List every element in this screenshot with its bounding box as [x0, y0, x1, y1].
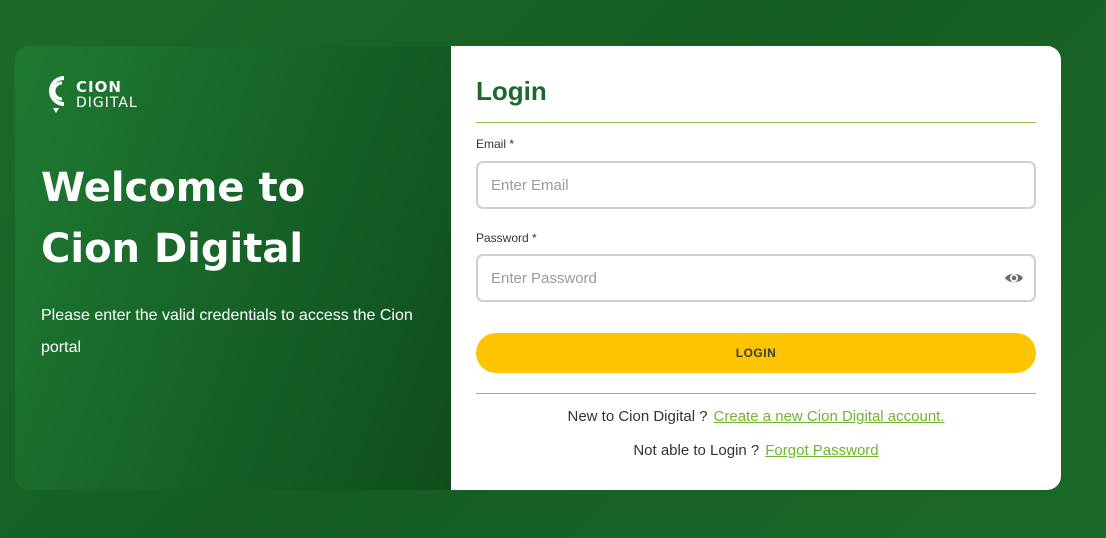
forgot-row: Not able to Login ? Forgot Password: [476, 442, 1036, 459]
welcome-line-2: Cion Digital: [41, 226, 304, 272]
email-label: Email *: [476, 137, 515, 151]
login-title: Login: [476, 76, 547, 106]
login-card: CION DIGITAL Welcome to Cion Digital Ple…: [15, 46, 1061, 490]
welcome-subtitle: Please enter the valid credentials to ac…: [41, 307, 413, 356]
signup-row: New to Cion Digital ? Create a new Cion D…: [476, 408, 1036, 425]
brand-wordmark: CION DIGITAL: [76, 79, 138, 111]
welcome-panel: CION DIGITAL Welcome to Cion Digital Ple…: [15, 46, 451, 490]
password-field-wrapper: [476, 254, 1036, 302]
title-divider: [476, 122, 1036, 123]
email-field-wrapper: [476, 161, 1036, 209]
button-divider: [476, 393, 1036, 394]
welcome-line-1: Welcome to: [41, 165, 306, 211]
password-field[interactable]: [478, 256, 991, 300]
eye-icon[interactable]: [1004, 268, 1024, 288]
create-account-link[interactable]: Create a new Cion Digital account.: [714, 408, 945, 425]
forgot-password-link[interactable]: Forgot Password: [765, 442, 878, 459]
brand-name-line1: CION: [76, 78, 122, 96]
brand-logo: CION DIGITAL: [40, 72, 138, 118]
password-label: Password *: [476, 231, 537, 245]
cion-logo-icon: [49, 76, 65, 113]
login-button[interactable]: LOGIN: [476, 333, 1036, 373]
welcome-heading: Welcome to Cion Digital: [41, 158, 421, 280]
email-field[interactable]: [478, 163, 991, 207]
login-form-panel: Login Email * Password * LOGIN New to Ci…: [451, 46, 1061, 490]
signup-prompt: New to Cion Digital ?: [567, 408, 708, 425]
forgot-prompt: Not able to Login ?: [633, 442, 760, 459]
brand-name-line2: DIGITAL: [76, 95, 138, 111]
